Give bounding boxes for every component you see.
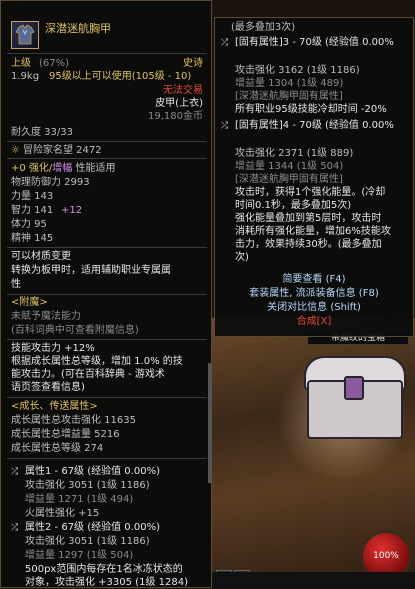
attr4-buff: 增益量 1344 (1级 504) [235,161,344,172]
material-desc-2: 性 [11,279,21,290]
item-grade: 上级 [11,58,31,69]
skill-desc-1: 根据成长属性总等级，增加 1.0% 的技 [11,356,183,367]
skill-attack: 技能攻击力 +12% [11,343,95,354]
attr4-atk: 攻击强化 2371 (1级 889) [235,148,354,159]
divider [7,247,207,248]
fire-enhance: 火属性强化 +15 [25,508,100,519]
item-price: 19,180金币 [148,111,203,122]
adventure-fame: 冒险家名望 2472 [23,145,102,156]
divider [7,53,207,54]
shuffle-icon[interactable]: ⤮ [221,37,228,49]
attr2-effect-1: 500px范围内每存在1名冰冻状态的 [25,564,183,575]
attr1-atk: 攻击强化 3051 (1级 1186) [25,480,150,491]
item-grade-pct: (67%) [39,58,70,69]
stat-vit: 体力 95 [11,219,47,230]
attr1-buff: 增益量 1271 (1级 494) [25,494,134,505]
item-tooltip-continued: (最多叠加3次) ⤮ [固有属性]3 - 70级 (经验值 0.00% 攻击强化… [214,17,414,337]
desc-2: 时间0.1秒，最多叠加5次) [235,200,352,211]
attr3-title: [固有属性]3 - 70级 (经验值 0.00% [235,37,394,48]
item-name: 深潜迷航胸甲 [45,22,111,35]
skill-desc-3: 语页签查看信息) [11,382,85,393]
usable-level: 95级以上可以使用(105级 - 10) [49,71,192,82]
enhance-line: +0 强化/增幅 性能适用 [11,163,116,174]
set-tag-2: [深潜迷航胸甲固有属性] [235,174,343,185]
growth-total-buff: 成长属性总增益量 5216 [11,429,120,440]
shuffle-icon[interactable]: ⤮ [11,522,18,534]
growth-total-level: 成长属性总等级 274 [11,443,104,454]
divider [7,158,207,159]
max-stack: (最多叠加3次) [231,22,296,33]
item-weight: 1.9kg [11,71,40,82]
set-info-button[interactable]: 套装属性, 流派装备信息 (F8) [215,288,413,300]
desc-3: 强化能量叠加到第5层时，攻击时 [235,213,382,224]
desc-1: 攻击时，获得1个强化能量。(冷却 [235,187,386,198]
growth-header: <成长、传送属性> [11,401,98,412]
chest-lock-icon [344,376,364,400]
durability: 耐久度 33/33 [11,127,73,138]
stat-defense: 物理防御力 2993 [11,177,90,188]
stat-spi: 精神 145 [11,233,54,244]
attr2-title: 属性2 - 67级 (经验值 0.00%) [25,522,160,533]
stat-int: 智力 141 [11,205,54,216]
game-scene: 带魔纹的宝箱 100% [212,318,415,588]
divider [7,397,207,398]
enchant-none: 未赋予魔法能力 [11,311,81,322]
attr4-title: [固有属性]4 - 70级 (经验值 0.00% [235,120,394,131]
attr1-title: 属性1 - 67级 (经验值 0.00%) [25,466,160,477]
stat-int-bonus: +12 [61,205,83,216]
enchant-header: <附魔> [11,297,48,308]
enchant-hint: (百科词典中可查看附魔信息) [11,325,139,336]
attr2-effect-2: 对象，攻击强化 +3305 (1级 1284) [25,577,188,588]
item-type: 皮甲(上衣) [155,98,203,109]
close-compare-button[interactable]: 关闭对比信息 (Shift) [215,302,413,314]
attr3-buff: 增益量 1304 (1级 489) [235,78,344,89]
brief-view-button[interactable]: 简要查看 (F4) [215,274,413,286]
desc-4: 消耗所有强化能量，增加6%技能攻 [235,226,391,237]
attr2-buff: 增益量 1297 (1级 504) [25,550,134,561]
divider [7,458,207,459]
combine-button[interactable]: 合成[X] [215,316,413,328]
adventure-fame-icon: ☼ [11,145,20,156]
set-tag: [深潜迷航胸甲固有属性] [235,91,343,102]
tooltip-scrollbar[interactable] [208,363,212,483]
item-rarity: 史诗 [183,58,203,69]
trade-restriction: 无法交易 [163,85,203,96]
attr3-atk: 攻击强化 3162 (1级 1186) [235,65,360,76]
divider [7,294,207,295]
divider [7,141,207,142]
shuffle-icon[interactable]: ⤮ [221,120,228,132]
growth-total-atk: 成长属性总攻击强化 11635 [11,415,136,426]
desc-6: 次) [235,252,249,263]
shuffle-icon[interactable]: ⤮ [11,466,18,478]
material-desc: 转换为板甲时，适用辅助职业专属属 [11,265,171,276]
skill-desc-2: 能攻击力。(可在百科辞典 - 游戏术 [11,369,165,380]
desc-5: 击力，效果持续30秒。(最多叠加 [235,239,382,250]
attr2-atk: 攻击强化 3051 (1级 1186) [25,536,150,547]
stat-str: 力量 143 [11,191,54,202]
divider [7,339,207,340]
chest-armor-icon [11,21,39,49]
material-change: 可以材质变更 [11,251,71,262]
bottom-hud-bar [212,572,415,588]
cooldown-line: 所有职业95级技能冷却时间 -20% [235,104,387,115]
item-tooltip: 深潜迷航胸甲 上级 (67%) 史诗 1.9kg 95级以上可以使用(105级 … [0,0,212,588]
